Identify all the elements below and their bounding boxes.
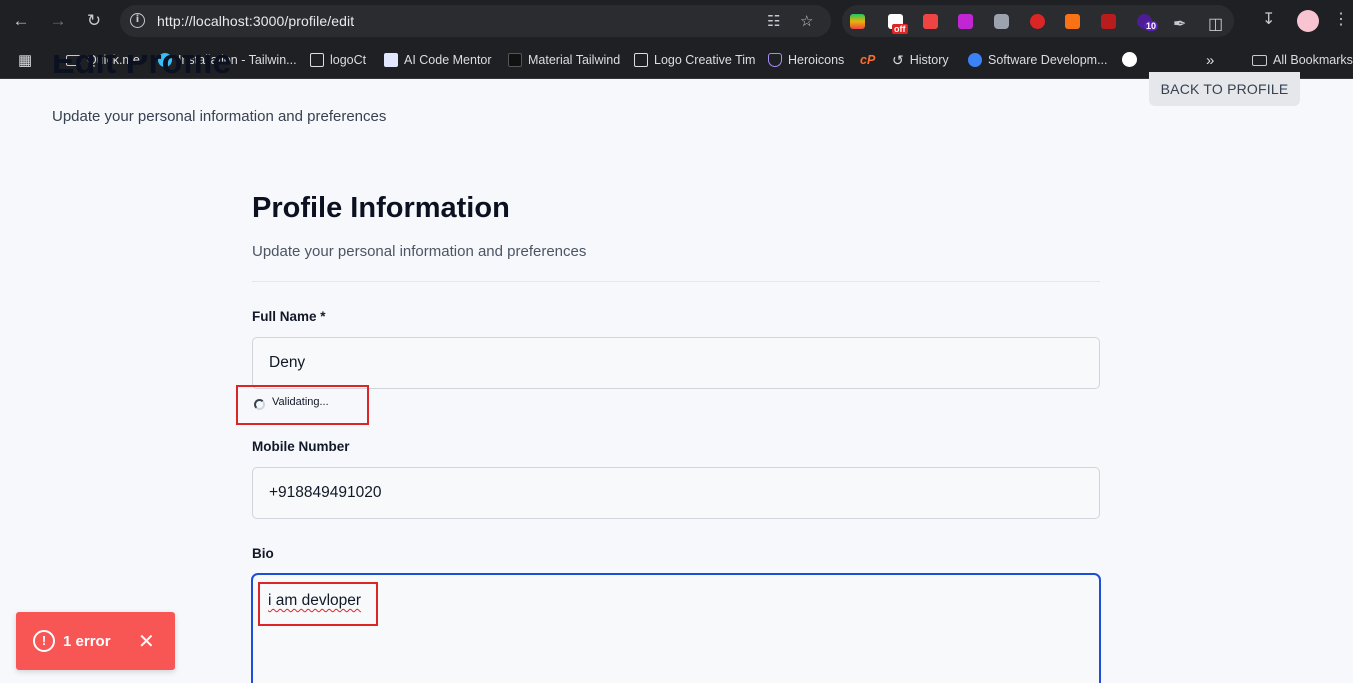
extension-castle-icon[interactable] <box>923 14 938 29</box>
heroicons-icon <box>768 53 782 67</box>
download-icon[interactable]: ↧ <box>1262 9 1275 29</box>
full-name-input[interactable]: Deny <box>252 337 1100 389</box>
globe-icon <box>968 53 982 67</box>
translate-icon[interactable]: ☷ <box>767 12 780 30</box>
profile-avatar[interactable] <box>1297 10 1319 32</box>
browser-toolbar: ← → ↻ i http://localhost:3000/profile/ed… <box>0 0 1353 42</box>
menu-kebab-icon[interactable]: ⋮ <box>1333 9 1349 29</box>
error-count-text: 1 error <box>63 633 111 650</box>
forward-arrow-icon[interactable]: → <box>46 9 70 33</box>
page-title: Edit Profile <box>52 55 232 79</box>
eyedropper-icon[interactable]: ✒ <box>1173 14 1186 34</box>
form-title: Profile Information <box>252 192 510 224</box>
material-tailwind-icon <box>508 53 522 67</box>
url-text[interactable]: http://localhost:3000/profile/edit <box>157 13 354 29</box>
bookmark-ai-code-mentor[interactable]: AI Code Mentor <box>384 51 492 69</box>
extension-pink-icon[interactable] <box>958 14 973 29</box>
hand-icon[interactable] <box>1030 14 1045 29</box>
logo-icon <box>310 53 324 67</box>
pdf-icon[interactable] <box>1101 14 1116 29</box>
extension-orange-icon[interactable] <box>1065 14 1080 29</box>
extension-color-icon[interactable] <box>850 14 865 29</box>
history-icon: ↺ <box>892 51 904 68</box>
bio-label: Bio <box>252 546 274 561</box>
validating-indicator: Validating... <box>236 385 369 425</box>
puzzle-icon[interactable]: ◫ <box>1208 14 1223 34</box>
all-bookmarks[interactable]: All Bookmarks <box>1252 51 1353 69</box>
apps-grid-icon[interactable]: ▦ <box>18 51 32 69</box>
alert-circle-icon: ! <box>33 630 55 652</box>
page-subtitle: Update your personal information and pre… <box>52 108 387 125</box>
camera-icon[interactable] <box>994 14 1009 29</box>
form-subtitle: Update your personal information and pre… <box>252 243 587 260</box>
folder-icon <box>1252 54 1267 66</box>
bookmark-history[interactable]: ↺ History <box>892 51 949 69</box>
bookmark-material-tailwind[interactable]: Material Tailwind <box>508 51 620 69</box>
mobile-number-input[interactable]: +918849491020 <box>252 467 1100 519</box>
extensions-tray: off 10 ✒ ◫ <box>842 5 1234 37</box>
back-arrow-icon[interactable]: ← <box>9 9 33 33</box>
error-toast[interactable]: ! 1 error ✕ <box>16 612 175 670</box>
spinner-icon <box>254 399 265 410</box>
divider <box>252 281 1100 282</box>
reload-icon[interactable]: ↻ <box>82 9 106 33</box>
site-info-icon[interactable]: i <box>130 13 145 28</box>
extension-count-badge: 10 <box>1144 21 1159 31</box>
bio-textarea[interactable] <box>251 573 1101 683</box>
back-to-profile-button[interactable]: BACK TO PROFILE <box>1149 72 1300 106</box>
extension-off-badge: off <box>892 24 908 34</box>
logo-icon <box>634 53 648 67</box>
bio-text[interactable]: i am devloper <box>268 592 361 610</box>
validating-text: Validating... <box>272 396 329 408</box>
close-icon[interactable]: ✕ <box>138 629 155 653</box>
cpanel-icon[interactable]: cP <box>860 51 875 69</box>
ai-icon <box>384 53 398 67</box>
bookmark-heroicons[interactable]: Heroicons <box>768 51 844 69</box>
bookmark-logo-creative-tim[interactable]: Logo Creative Tim <box>634 51 755 69</box>
mobile-number-label: Mobile Number <box>252 439 350 454</box>
bookmark-star-icon[interactable]: ☆ <box>800 12 813 30</box>
bookmark-software-development[interactable]: Software Developm... <box>968 51 1108 69</box>
address-bar[interactable]: i http://localhost:3000/profile/edit ☷ ☆ <box>120 5 831 37</box>
more-bookmarks-icon[interactable]: » <box>1206 51 1214 69</box>
bookmark-logoct[interactable]: logoCt <box>310 51 366 69</box>
full-name-label: Full Name * <box>252 309 326 324</box>
vercel-icon[interactable] <box>1122 52 1137 67</box>
